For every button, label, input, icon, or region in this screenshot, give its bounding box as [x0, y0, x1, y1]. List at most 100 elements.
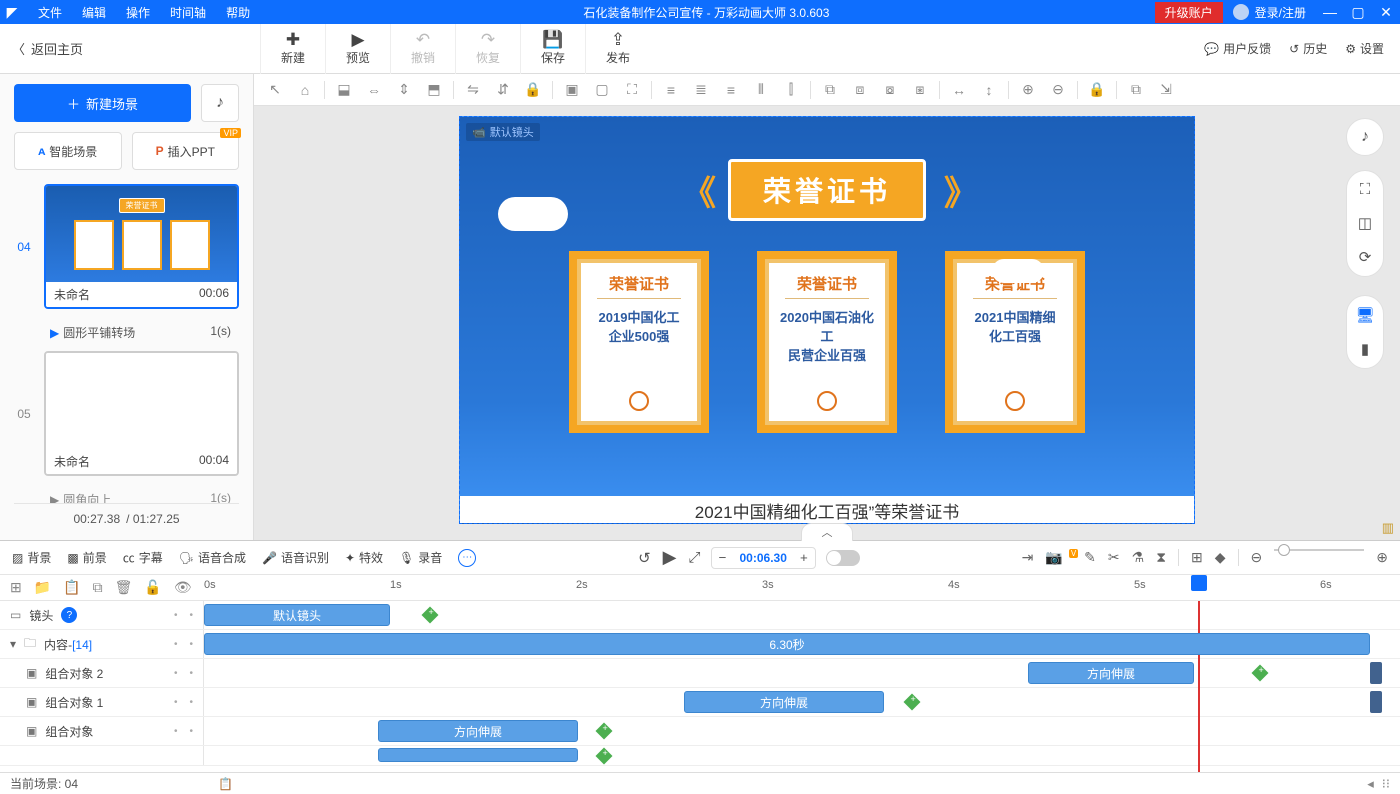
scene-thumbnail-04[interactable]: 荣誉证书 未命名 00:06 — [44, 184, 239, 309]
window-close-icon[interactable]: ✕ — [1372, 4, 1400, 21]
device-mobile-icon[interactable]: ▮ — [1361, 340, 1369, 358]
transition-play-icon[interactable]: ▶ — [50, 326, 59, 340]
music-fab[interactable]: ♪ — [1346, 118, 1384, 156]
snap-toggle[interactable] — [826, 550, 860, 566]
trash-icon[interactable]: 🗑 — [115, 579, 133, 596]
settings-button[interactable]: ⚙设置 — [1345, 40, 1384, 57]
menu-timeline[interactable]: 时间轴 — [162, 4, 214, 21]
filter-icon[interactable]: ⚗ — [1132, 549, 1145, 566]
rewind-icon[interactable]: ↺ — [638, 549, 651, 567]
toolbar-new-button[interactable]: ✚新建 — [260, 24, 325, 74]
track-dot[interactable]: • — [189, 610, 193, 621]
track-dot[interactable]: • — [189, 639, 193, 650]
add-track-icon[interactable]: ⊞ — [1191, 549, 1203, 566]
collapse-timeline-button[interactable]: ︿ — [801, 523, 853, 541]
canvas-area[interactable]: 📹默认镜头 《 荣誉证书 》 荣誉证书2019中国化工 企业500强荣誉证书20… — [254, 106, 1400, 540]
chevron-down-icon[interactable]: ▾ — [10, 637, 16, 651]
content-clip[interactable]: 6.30秒 — [204, 633, 1370, 655]
tab-record[interactable]: 🎙录音 — [399, 549, 442, 566]
zoom-slider[interactable] — [1274, 549, 1364, 551]
playhead-handle[interactable] — [1191, 575, 1207, 591]
align-center-icon[interactable]: ≣ — [690, 81, 712, 98]
keyframe-add[interactable] — [422, 607, 439, 624]
send-back-icon[interactable]: ⧆ — [909, 81, 931, 98]
user-feedback-button[interactable]: 💬用户反馈 — [1204, 40, 1271, 57]
edit-icon[interactable]: ✎ — [1084, 549, 1096, 566]
smart-scene-button[interactable]: ᴀ 智能场景 — [14, 132, 122, 170]
time-minus-button[interactable]: − — [712, 550, 734, 565]
lock-canvas-icon[interactable]: 🔒 — [1086, 81, 1108, 98]
camera-clip[interactable]: 默认镜头 — [204, 604, 390, 626]
align-top-icon[interactable]: ⬒ — [423, 81, 445, 98]
tab-asr[interactable]: 🎤语音识别 — [262, 549, 329, 566]
track-dot[interactable]: • — [174, 697, 178, 708]
keyframe-add[interactable] — [1252, 665, 1269, 682]
upgrade-account-button[interactable]: 升级账户 — [1155, 2, 1223, 23]
align-middle-icon[interactable]: ⇕ — [393, 81, 415, 98]
scene-thumbnail-05[interactable]: 未命名 00:04 — [44, 351, 239, 476]
tab-foreground[interactable]: ▩前景 — [67, 549, 106, 566]
frame-icon[interactable]: ◫ — [1358, 214, 1372, 232]
visibility-icon[interactable]: 👁 — [174, 579, 192, 596]
width-icon[interactable]: ↔ — [948, 82, 970, 98]
home-icon[interactable]: ⌂ — [294, 82, 316, 98]
copy-icon[interactable]: ⧉ — [1125, 81, 1147, 98]
flip-v-icon[interactable]: ⇵ — [492, 81, 514, 98]
bring-front-icon[interactable]: ⧉ — [819, 81, 841, 98]
help-badge-icon[interactable]: ? — [61, 607, 77, 623]
cursor-tool-icon[interactable]: ↖ — [264, 81, 286, 98]
flip-h-icon[interactable]: ⇋ — [462, 81, 484, 98]
align-center-h-icon[interactable]: ⇔ — [363, 82, 385, 98]
ungroup-icon[interactable]: ▢ — [591, 81, 613, 98]
snapshot-icon[interactable]: 📷V — [1045, 549, 1072, 566]
add-group-icon[interactable]: ⊞ — [10, 579, 22, 596]
align-left-icon[interactable]: ≡ — [660, 82, 682, 98]
status-clipboard-icon[interactable]: 📋 — [218, 777, 233, 791]
window-minimize-icon[interactable]: — — [1316, 4, 1344, 20]
clip-end[interactable] — [1370, 691, 1382, 713]
clip-partial[interactable] — [378, 748, 578, 762]
keyframe-in-icon[interactable]: ⇥ — [1022, 549, 1034, 566]
track-dot[interactable]: • — [174, 668, 178, 679]
track-dot[interactable]: • — [189, 726, 193, 737]
login-button[interactable]: 登录/注册 — [1223, 4, 1316, 21]
track-dot[interactable]: • — [174, 639, 178, 650]
certificate-card[interactable]: 荣誉证书2020中国石油化工 民营企业百强 — [757, 251, 897, 433]
music-button[interactable]: ♪ — [201, 84, 239, 122]
time-stepper[interactable]: − 00:06.30 + — [711, 547, 816, 569]
lock-track-icon[interactable]: 🔓 — [144, 579, 161, 596]
group-icon[interactable]: ▣ — [561, 81, 583, 98]
zoom-out-icon[interactable]: ⊖ — [1047, 81, 1069, 98]
chevron-left-icon[interactable]: ◂ — [1367, 776, 1374, 792]
clip-direction-extend[interactable]: 方向伸展 — [378, 720, 578, 742]
rotate-icon[interactable]: ⟳ — [1359, 248, 1372, 266]
tab-fx[interactable]: ✦特效 — [345, 549, 383, 566]
export-icon[interactable]: ⇲ — [1155, 81, 1177, 98]
back-home-button[interactable]: 〈 返回主页 — [0, 39, 260, 58]
track-dot[interactable]: • — [189, 668, 193, 679]
fullscreen-icon[interactable]: ⛶ — [1360, 181, 1371, 198]
toolbar-publish-button[interactable]: ⇪发布 — [585, 24, 650, 74]
link-icon[interactable]: ⧗ — [1156, 549, 1166, 566]
tab-tts[interactable]: 🗣语音合成 — [179, 549, 246, 566]
keyframe-add[interactable] — [596, 723, 613, 740]
zoom-out-timeline-icon[interactable]: ⊖ — [1251, 549, 1263, 566]
bring-forward-icon[interactable]: ⧈ — [849, 81, 871, 98]
duplicate-icon[interactable]: ⧉ — [93, 579, 103, 596]
align-right-icon[interactable]: ≡ — [720, 82, 742, 98]
paste-icon[interactable]: 📋 — [63, 579, 80, 596]
height-icon[interactable]: ↕ — [978, 82, 1000, 98]
new-scene-button[interactable]: ＋ 新建场景 — [14, 84, 191, 122]
stage[interactable]: 📹默认镜头 《 荣誉证书 》 荣誉证书2019中国化工 企业500强荣誉证书20… — [459, 116, 1195, 524]
clip-direction-extend[interactable]: 方向伸展 — [684, 691, 884, 713]
expand-icon[interactable]: ⤢ — [688, 549, 700, 566]
more-tabs-button[interactable]: ⋯ — [458, 549, 476, 567]
clip-direction-extend[interactable]: 方向伸展 — [1028, 662, 1194, 684]
grip-icon[interactable]: ⁝⁝ — [1382, 776, 1390, 792]
send-backward-icon[interactable]: ⧇ — [879, 81, 901, 98]
toolbar-preview-button[interactable]: ▶预览 — [325, 24, 390, 74]
keyframe-add[interactable] — [596, 748, 613, 765]
marker-icon[interactable]: ◆ — [1215, 549, 1226, 566]
distribute-h-icon[interactable]: ⫴ — [750, 81, 772, 98]
menu-file[interactable]: 文件 — [30, 4, 70, 21]
